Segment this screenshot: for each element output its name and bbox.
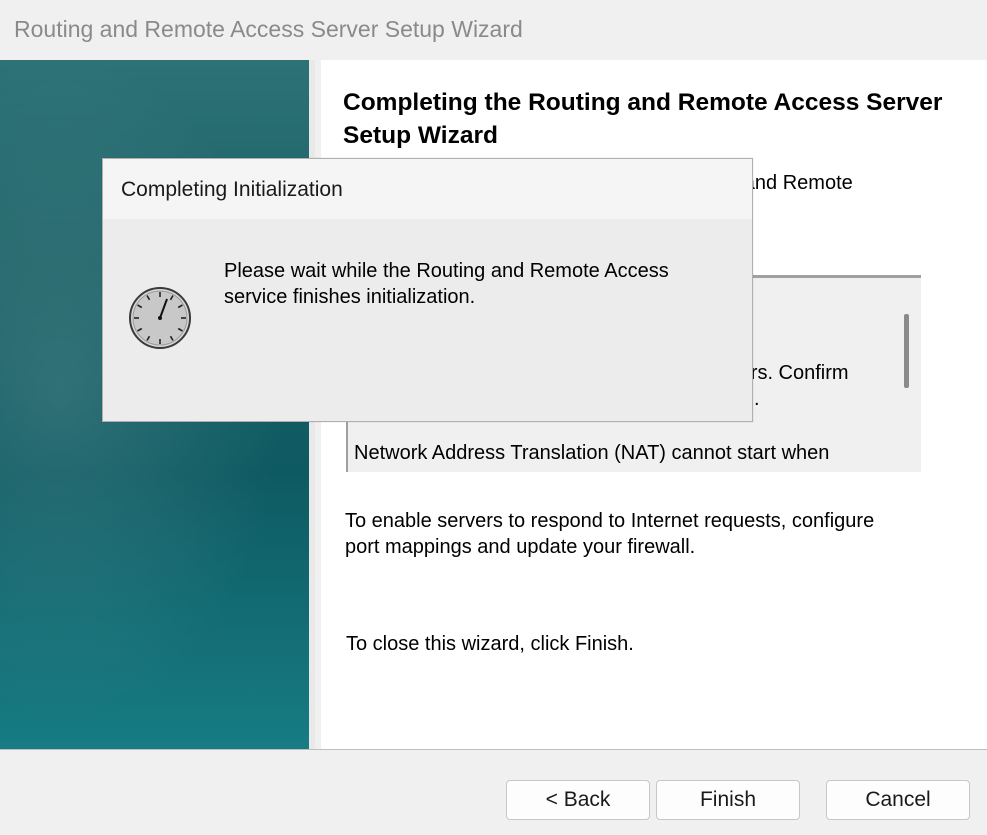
dialog-title: Completing Initialization xyxy=(121,178,343,201)
dialog-titlebar: Completing Initialization xyxy=(103,159,752,219)
summary-line: Network Address Translation (NAT) cannot… xyxy=(354,442,830,464)
back-button[interactable]: < Back xyxy=(506,780,650,820)
wizard-button-bar: < Back Finish Cancel xyxy=(0,749,987,835)
summary-line: . xyxy=(754,388,760,410)
cancel-button[interactable]: Cancel xyxy=(826,780,970,820)
initialization-dialog: Completing Initialization Please wait wh… xyxy=(102,158,753,422)
window-titlebar: Routing and Remote Access Server Setup W… xyxy=(0,0,987,60)
clock-icon xyxy=(129,287,191,349)
close-instruction: To close this wizard, click Finish. xyxy=(346,633,634,655)
finish-button[interactable]: Finish xyxy=(656,780,800,820)
window-title: Routing and Remote Access Server Setup W… xyxy=(14,16,523,42)
listbox-scrollbar-thumb[interactable] xyxy=(904,314,909,388)
dialog-message: Please wait while the Routing and Remote… xyxy=(224,260,669,308)
port-mapping-paragraph: To enable servers to respond to Internet… xyxy=(345,510,875,558)
dialog-body: Please wait while the Routing and Remote… xyxy=(103,219,752,421)
wizard-heading: Completing the Routing and Remote Access… xyxy=(343,89,943,149)
